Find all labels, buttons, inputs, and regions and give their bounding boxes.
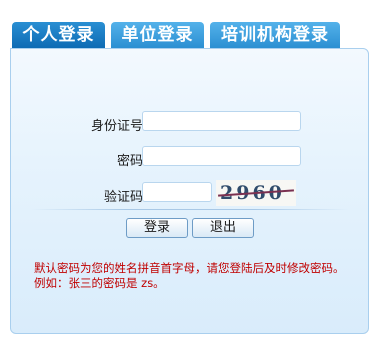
exit-button[interactable]: 退出 [192,218,254,238]
tab-personal-login[interactable]: 个人登录 [12,22,105,48]
password-input[interactable] [142,146,301,166]
tab-organization-login[interactable]: 单位登录 [111,22,204,48]
login-button[interactable]: 登录 [126,218,188,238]
default-password-notice: 默认密码为您的姓名拼音首字母，请您登陆后及时修改密码。 例如：张三的密码是 zs… [34,261,364,291]
notice-line-2: 例如：张三的密码是 zs。 [34,276,165,290]
id-number-input[interactable] [142,111,301,131]
captcha-label: 验证码 [103,190,143,205]
id-number-label: 身份证号 [90,119,143,134]
form-divider [31,209,349,210]
login-panel: 身份证号 密码 验证码 2960 登录 退出 默认密码为您的姓名拼音首字母，请您… [10,48,369,334]
password-label: 密码 [116,154,143,169]
captcha-input[interactable] [142,182,212,202]
tab-training-institution-login[interactable]: 培训机构登录 [210,22,340,48]
captcha-image[interactable]: 2960 [216,180,296,206]
notice-line-1: 默认密码为您的姓名拼音首字母，请您登陆后及时修改密码。 [34,261,345,275]
